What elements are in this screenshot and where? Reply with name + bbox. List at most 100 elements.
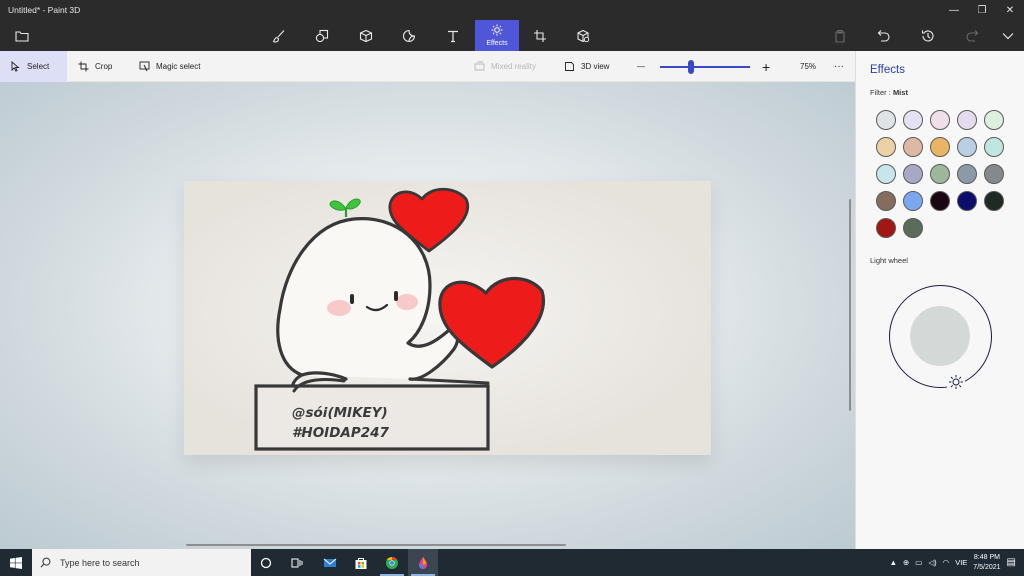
chrome-app[interactable] xyxy=(377,549,407,576)
maximize-button[interactable]: ❐ xyxy=(968,0,996,20)
close-button[interactable]: ✕ xyxy=(996,0,1024,20)
redo-button[interactable] xyxy=(955,20,989,51)
effects-panel: Effects Filter : Mist Light wheel xyxy=(855,51,1024,549)
filter-swatch[interactable] xyxy=(984,110,1004,130)
zoom-level[interactable]: 75% xyxy=(800,51,816,82)
filter-swatch[interactable] xyxy=(903,164,923,184)
effects-sun-icon xyxy=(491,24,503,36)
zoom-in-button[interactable]: + xyxy=(762,51,770,82)
task-view-icon xyxy=(291,558,303,567)
artwork: @sói(MIKEY) #HOIDAP247 xyxy=(184,181,711,455)
zoom-slider-thumb[interactable] xyxy=(687,60,694,74)
store-app[interactable] xyxy=(346,549,376,576)
drawing-canvas[interactable]: @sói(MIKEY) #HOIDAP247 xyxy=(184,181,711,455)
filter-swatch[interactable] xyxy=(957,191,977,211)
filter-swatch[interactable] xyxy=(876,191,896,211)
filter-swatch[interactable] xyxy=(984,164,1004,184)
filter-swatch[interactable] xyxy=(876,110,896,130)
filter-swatch[interactable] xyxy=(903,137,923,157)
light-wheel-handle[interactable] xyxy=(947,373,965,391)
task-view-button[interactable] xyxy=(282,549,312,576)
filter-swatch[interactable] xyxy=(930,137,950,157)
tab-canvas[interactable] xyxy=(523,20,557,51)
filter-swatch[interactable] xyxy=(930,191,950,211)
chrome-icon xyxy=(386,556,398,569)
crop-tool[interactable]: Crop xyxy=(78,51,112,82)
cortana-button[interactable] xyxy=(251,549,281,576)
mixed-reality-icon xyxy=(474,61,485,71)
zoom-slider[interactable] xyxy=(660,66,750,68)
light-wheel-label: Light wheel xyxy=(870,256,908,265)
filter-swatch[interactable] xyxy=(957,110,977,130)
filter-swatch[interactable] xyxy=(903,191,923,211)
filter-swatch[interactable] xyxy=(984,137,1004,157)
history-icon xyxy=(921,29,934,41)
paint-3d-app[interactable] xyxy=(408,549,438,576)
clock-time: 8:48 PM xyxy=(973,553,1000,561)
filter-swatch[interactable] xyxy=(876,137,896,157)
cube-icon xyxy=(359,29,373,42)
start-button[interactable] xyxy=(1,549,31,576)
filter-swatch[interactable] xyxy=(876,164,896,184)
notifications-icon[interactable]: ▤ xyxy=(1007,557,1016,568)
system-tray: ▲ ⊕ ▭ ◁) ◠ VIE 8:48 PM 7/5/2021 ▤ xyxy=(890,549,1024,576)
canvas-crop-icon xyxy=(534,29,546,42)
menu-button[interactable] xyxy=(5,20,39,51)
chevron-up-icon[interactable]: ▲ xyxy=(890,558,897,567)
cheek-right xyxy=(396,294,418,310)
magic-select-tool[interactable]: Magic select xyxy=(139,51,200,82)
battery-icon[interactable]: ▭ xyxy=(915,558,922,567)
taskbar-search[interactable]: Type here to search xyxy=(32,549,251,576)
horizontal-scrollbar[interactable] xyxy=(186,544,566,546)
sign-line-2: #HOIDAP247 xyxy=(292,425,390,441)
window-title: Untitled* - Paint 3D xyxy=(8,5,81,15)
undo-button[interactable] xyxy=(867,20,901,51)
filter-swatch[interactable] xyxy=(903,218,923,238)
tab-brushes[interactable] xyxy=(262,20,296,51)
wifi-icon[interactable]: ◠ xyxy=(943,558,950,567)
filter-swatch[interactable] xyxy=(903,110,923,130)
mixed-reality-button[interactable]: Mixed reality xyxy=(474,51,536,82)
paste-icon xyxy=(835,29,845,43)
filter-swatch[interactable] xyxy=(930,164,950,184)
filter-label: Filter : xyxy=(870,88,891,97)
network-status-icon[interactable]: ⊕ xyxy=(903,558,909,567)
minimize-button[interactable]: — xyxy=(940,0,968,20)
panel-title: Effects xyxy=(870,64,905,76)
undo-icon xyxy=(877,29,890,42)
select-label: Select xyxy=(27,62,50,71)
zoom-out-button[interactable]: — xyxy=(637,51,645,82)
tab-stickers[interactable] xyxy=(392,20,426,51)
search-icon xyxy=(40,557,51,568)
tab-effects[interactable]: Effects xyxy=(475,20,519,51)
clock[interactable]: 8:48 PM 7/5/2021 xyxy=(973,553,1000,573)
toolbar: Select Crop Magic select Mixed reality 3… xyxy=(0,51,855,82)
tab-3d-shapes[interactable] xyxy=(349,20,383,51)
tab-2d-shapes[interactable] xyxy=(305,20,339,51)
3d-view-button[interactable]: 3D view xyxy=(564,51,609,82)
tab-effects-label: Effects xyxy=(486,40,508,47)
filter-swatch[interactable] xyxy=(930,110,950,130)
paste-button[interactable] xyxy=(823,20,857,51)
vertical-scrollbar[interactable] xyxy=(849,199,851,411)
tab-text[interactable] xyxy=(436,20,470,51)
language-indicator[interactable]: VIE xyxy=(955,558,967,567)
workspace[interactable]: @sói(MIKEY) #HOIDAP247 xyxy=(0,82,855,549)
store-icon xyxy=(355,557,367,569)
filter-swatch[interactable] xyxy=(984,191,1004,211)
light-wheel[interactable] xyxy=(889,285,992,388)
magic-select-label: Magic select xyxy=(156,62,201,71)
filter-swatch[interactable] xyxy=(957,164,977,184)
select-tool[interactable]: Select xyxy=(0,51,67,82)
more-options-button[interactable]: ··· xyxy=(834,51,844,82)
tab-3d-library[interactable] xyxy=(566,20,600,51)
taskbar: Type here to search ▲ ⊕ ▭ ◁) ◠ VIE 8:48 … xyxy=(0,549,1024,576)
sticker-icon xyxy=(402,29,416,42)
volume-icon[interactable]: ◁) xyxy=(928,558,936,567)
filter-swatch[interactable] xyxy=(876,218,896,238)
filter-swatch[interactable] xyxy=(957,137,977,157)
history-button[interactable] xyxy=(911,20,945,51)
expand-button[interactable] xyxy=(991,20,1024,51)
title-bar: Untitled* - Paint 3D — ❐ ✕ xyxy=(0,0,1024,20)
mail-app[interactable] xyxy=(315,549,345,576)
